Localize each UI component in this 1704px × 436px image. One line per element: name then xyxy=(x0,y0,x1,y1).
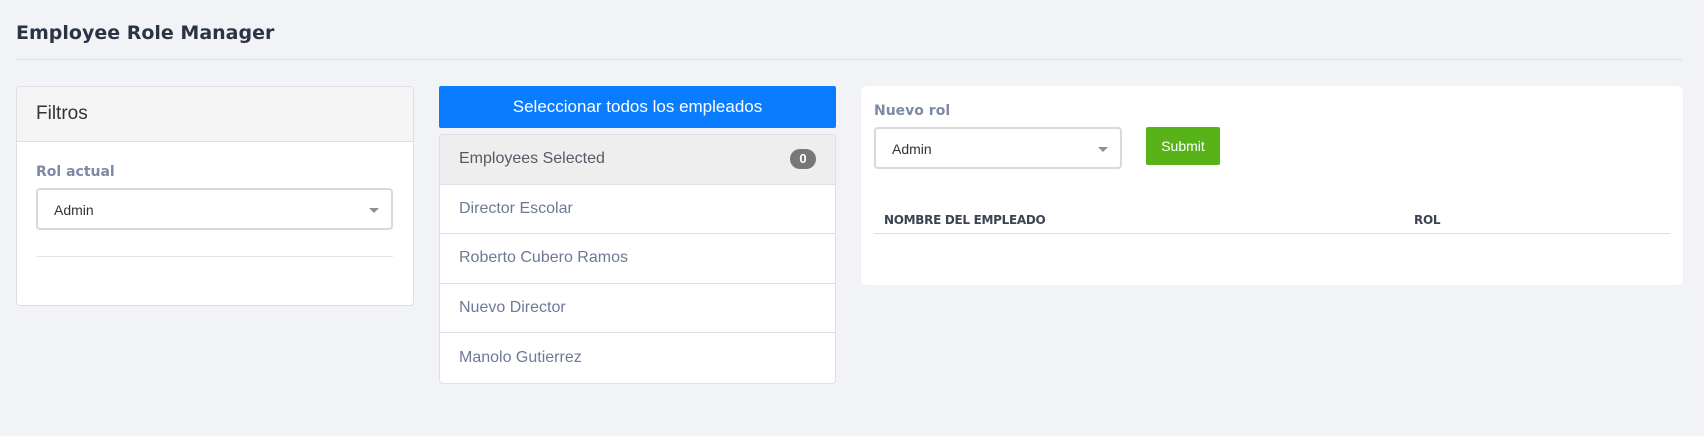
chevron-down-icon xyxy=(1098,147,1108,152)
current-role-value: Admin xyxy=(54,202,94,218)
employee-list: Employees Selected 0 Director Escolar Ro… xyxy=(439,134,836,384)
employee-item-manolo-gutierrez[interactable]: Manolo Gutierrez xyxy=(440,333,835,383)
chevron-down-icon xyxy=(369,208,379,213)
employee-item-director-escolar[interactable]: Director Escolar xyxy=(440,185,835,234)
employee-name: Nuevo Director xyxy=(459,298,566,316)
new-role-value: Admin xyxy=(892,141,932,157)
title-divider xyxy=(16,59,1682,60)
column-header-employee-name: NOMBRE DEL EMPLEADO xyxy=(884,213,1046,227)
new-role-label: Nuevo rol xyxy=(874,103,951,119)
selected-count-badge: 0 xyxy=(790,149,816,170)
filters-card-title: Filtros xyxy=(17,87,413,142)
filters-card: Filtros Rol actual Admin xyxy=(16,86,414,306)
employees-selected-label: Employees Selected xyxy=(459,150,605,168)
select-all-employees-button[interactable]: Seleccionar todos los empleados xyxy=(439,86,836,128)
employee-role-manager-page: Employee Role Manager Filtros Rol actual… xyxy=(0,0,1704,436)
page-title: Employee Role Manager xyxy=(16,22,275,44)
filters-divider xyxy=(36,256,393,257)
employee-name: Roberto Cubero Ramos xyxy=(459,249,628,267)
new-role-select[interactable]: Admin xyxy=(874,127,1122,169)
column-header-role: ROL xyxy=(1414,213,1441,227)
current-role-label: Rol actual xyxy=(36,164,115,180)
employee-name: Director Escolar xyxy=(459,199,573,217)
employee-item-roberto-cubero-ramos[interactable]: Roberto Cubero Ramos xyxy=(440,234,835,284)
employee-name: Manolo Gutierrez xyxy=(459,348,582,366)
current-role-select[interactable]: Admin xyxy=(36,188,393,230)
submit-button[interactable]: Submit xyxy=(1146,127,1220,165)
filters-card-body: Rol actual Admin xyxy=(17,142,413,257)
employee-item-nuevo-director[interactable]: Nuevo Director xyxy=(440,284,835,333)
role-assignment-card: Nuevo rol Admin Submit NOMBRE DEL EMPLEA… xyxy=(861,86,1683,285)
employees-selected-header: Employees Selected 0 xyxy=(440,135,835,185)
assigned-employees-table-header: NOMBRE DEL EMPLEADO ROL xyxy=(874,210,1670,234)
